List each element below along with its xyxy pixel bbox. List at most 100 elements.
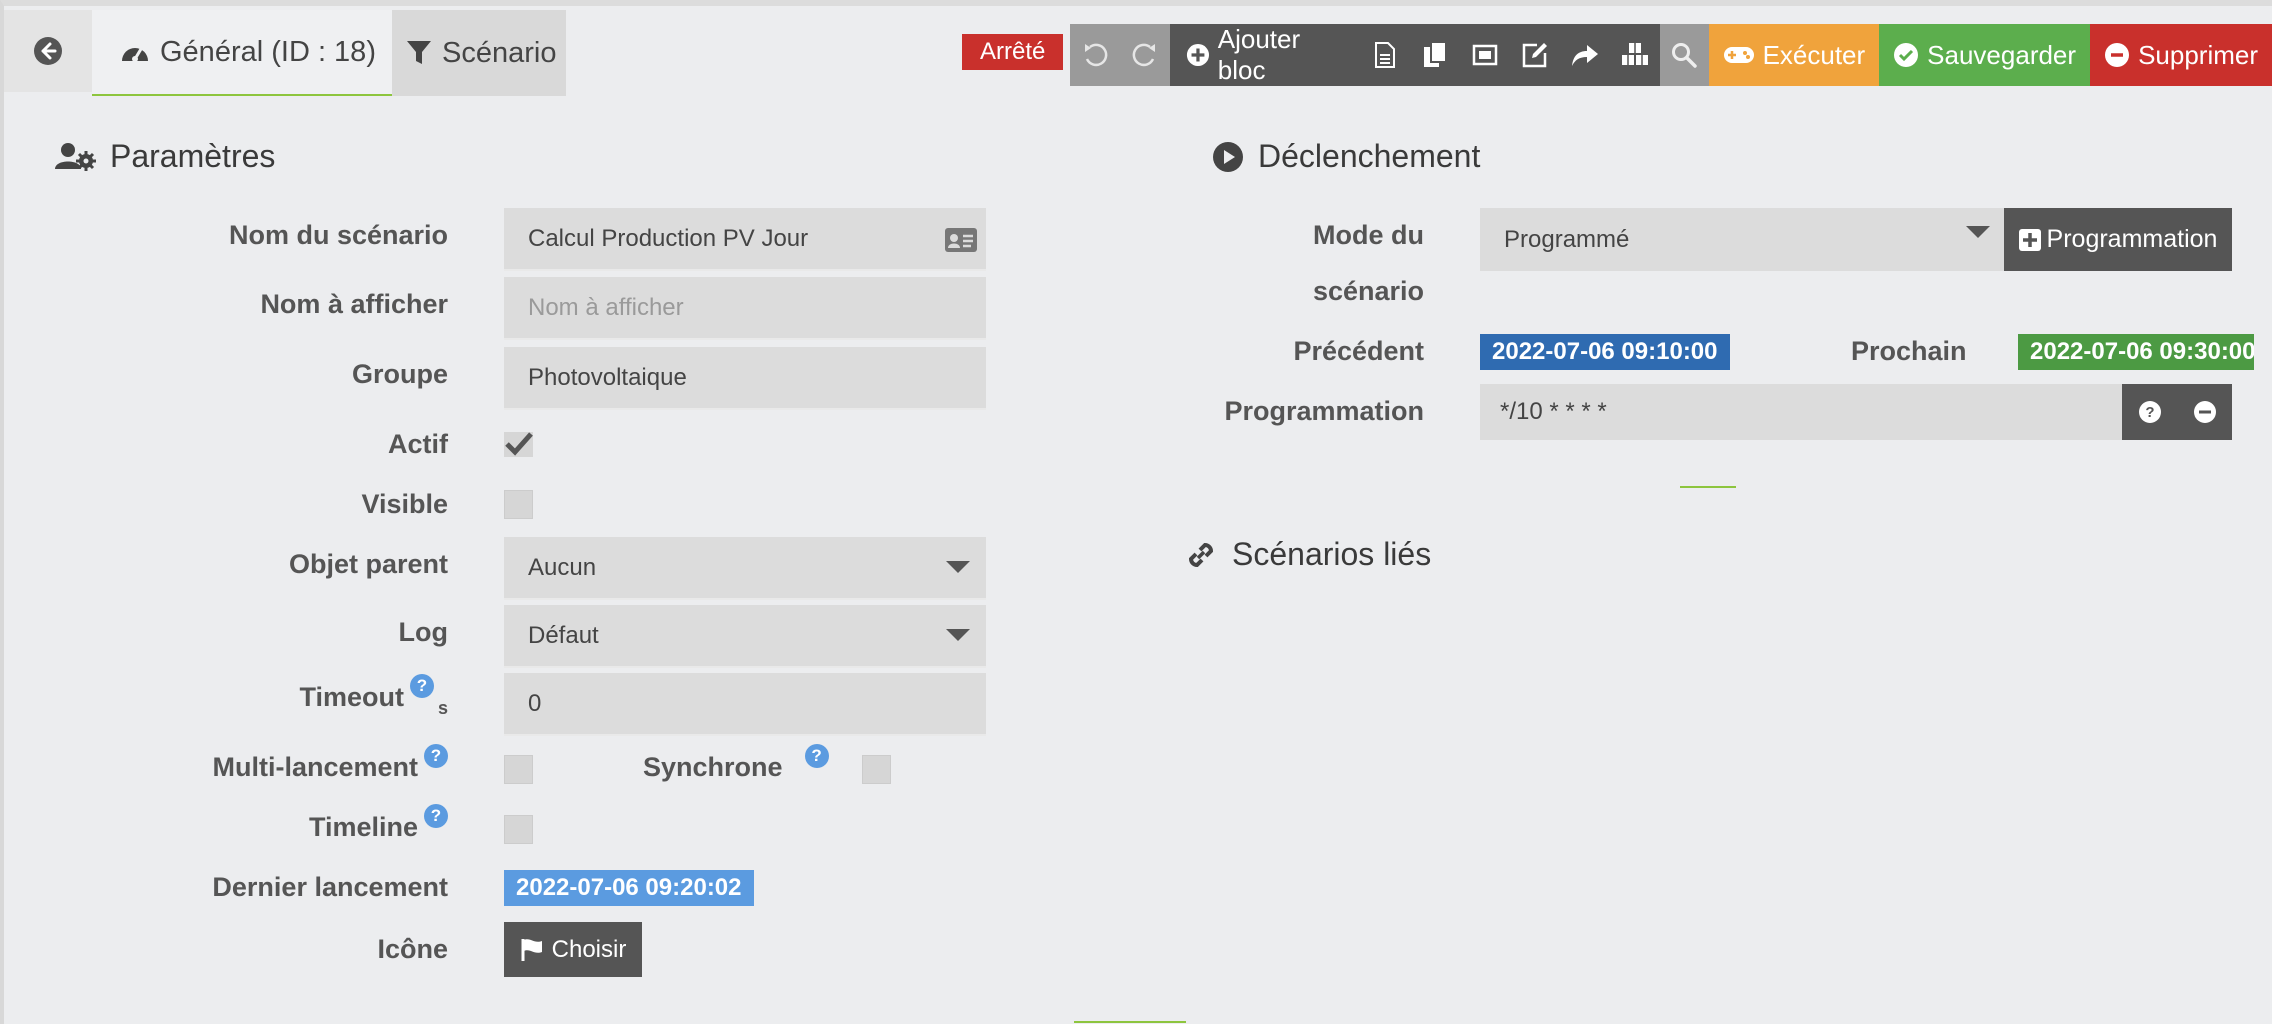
minus-circle-icon [2105,43,2130,67]
arrow-left-circle-icon [34,37,62,65]
plus-square-icon [2018,228,2041,251]
redo-icon [1132,43,1155,67]
bottom-accent [1074,1021,1186,1023]
expand-frame-icon [1472,44,1498,66]
timeout-label: Timeout [299,682,404,712]
tab-scenario[interactable]: Scénario [392,10,566,96]
back-button[interactable] [4,10,92,92]
cron-label: Programmation [1224,396,1424,426]
display-name-input[interactable]: Nom à afficher [504,277,986,340]
tab-general-label: Général (ID : 18) [160,35,376,68]
sync-checkbox[interactable] [862,755,891,784]
multi-launch-checkbox[interactable] [504,755,533,784]
previous-run-badge: 2022-07-06 09:10:00 [1480,334,1730,370]
redo-button[interactable] [1119,24,1170,86]
add-block-label: Ajouter bloc [1217,24,1301,85]
duplicate-button[interactable] [1410,24,1460,86]
log-button[interactable] [1609,24,1660,86]
dashboard-gauge-icon [122,47,148,62]
chevron-down-icon [946,561,970,573]
chevron-down-icon [1966,226,1990,238]
log-value: Défaut [528,621,599,649]
delete-label: Supprimer [2138,39,2258,70]
next-run-badge: 2022-07-06 09:30:00 [2018,334,2254,370]
edit-icon [1522,43,1547,68]
multi-launch-label: Multi-lancement [212,752,418,782]
check-circle-icon [1894,43,1919,67]
parent-object-select[interactable]: Aucun [504,537,986,600]
share-button[interactable] [1559,24,1610,86]
delete-button[interactable]: Supprimer [2090,24,2272,86]
programmation-button-label: Programmation [2046,225,2218,253]
scenario-name-value: Calcul Production PV Jour [528,224,809,252]
search-button[interactable] [1659,24,1709,86]
timeout-value: 0 [528,689,542,717]
log-select[interactable]: Défaut [504,605,986,668]
flag-icon [521,938,542,961]
tab-scenario-label: Scénario [442,36,557,69]
active-label: Actif [388,429,448,459]
undo-icon [1084,43,1108,67]
file-text-icon [1375,42,1396,68]
undo-button[interactable] [1070,24,1120,86]
parent-object-value: Aucun [528,553,597,581]
timeline-checkbox[interactable] [504,815,533,844]
group-label: Groupe [351,359,448,389]
active-checkbox[interactable] [504,430,533,459]
last-run-badge: 2022-07-06 09:20:02 [504,870,754,906]
export-button[interactable] [1459,24,1510,86]
parameters-header: Paramètres [54,138,275,175]
display-name-label: Nom à afficher [260,289,448,319]
app-frame [0,0,2272,1024]
trigger-header: Déclenchement [1212,138,1480,175]
mode-select[interactable]: Programmé [1480,208,2004,271]
cron-input[interactable]: */10 * * * * [1480,384,2122,440]
visible-checkbox[interactable] [504,490,533,519]
choose-icon-button[interactable]: Choisir [504,922,642,977]
toolbar: Ajouter bloc Exécuter Sauvegarder Suppri… [1070,24,2272,86]
scenario-name-input[interactable]: Calcul Production PV Jour [504,208,986,271]
multi-launch-label-group: Multi-lancement? [212,744,448,783]
save-button[interactable]: Sauvegarder [1879,24,2091,86]
mode-label-line1: Mode du [1313,220,1424,250]
cubes-icon [1621,43,1648,65]
template-button[interactable] [1360,24,1411,86]
help-icon[interactable]: ? [424,744,448,768]
help-icon[interactable]: ? [424,804,448,828]
next-label: Prochain [1851,336,1967,366]
cron-actions: ? [2122,384,2232,440]
question-circle-icon[interactable]: ? [2138,400,2162,424]
cron-value: */10 * * * * [1500,398,1607,425]
mode-value: Programmé [1504,225,1630,253]
sync-label-group: Synchrone? [643,744,829,783]
status-badge: Arrêté [962,34,1064,70]
divider-accent [1680,486,1736,488]
checkmark-icon [504,432,533,457]
link-icon [1188,542,1214,567]
timeout-label-group: Timeout ?s [299,674,448,718]
users-cog-icon [55,142,96,171]
add-programmation-button[interactable]: Programmation [2004,208,2232,271]
tab-general[interactable]: Général (ID : 18) [92,10,392,96]
edit-button[interactable] [1509,24,1560,86]
execute-label: Exécuter [1762,39,1866,70]
add-block-button[interactable]: Ajouter bloc [1169,24,1361,86]
icon-label: Icône [377,934,448,964]
execute-button[interactable]: Exécuter [1708,24,1880,86]
display-name-placeholder: Nom à afficher [528,293,684,321]
group-input[interactable]: Photovoltaique [504,347,986,410]
log-label: Log [398,617,448,647]
copy-icon [1424,41,1447,67]
timeout-input[interactable]: 0 [504,673,986,736]
share-arrow-icon [1571,45,1598,66]
trigger-title: Déclenchement [1258,138,1481,174]
save-label: Sauvegarder [1927,39,2077,70]
help-icon[interactable]: ? [409,674,434,698]
parameters-title: Paramètres [110,138,276,174]
plus-circle-icon [1186,43,1209,67]
gamepad-icon [1723,47,1754,63]
minus-circle-icon[interactable] [2193,400,2217,424]
play-circle-icon [1213,141,1243,172]
sync-label: Synchrone [643,752,783,782]
help-icon[interactable]: ? [804,744,829,768]
